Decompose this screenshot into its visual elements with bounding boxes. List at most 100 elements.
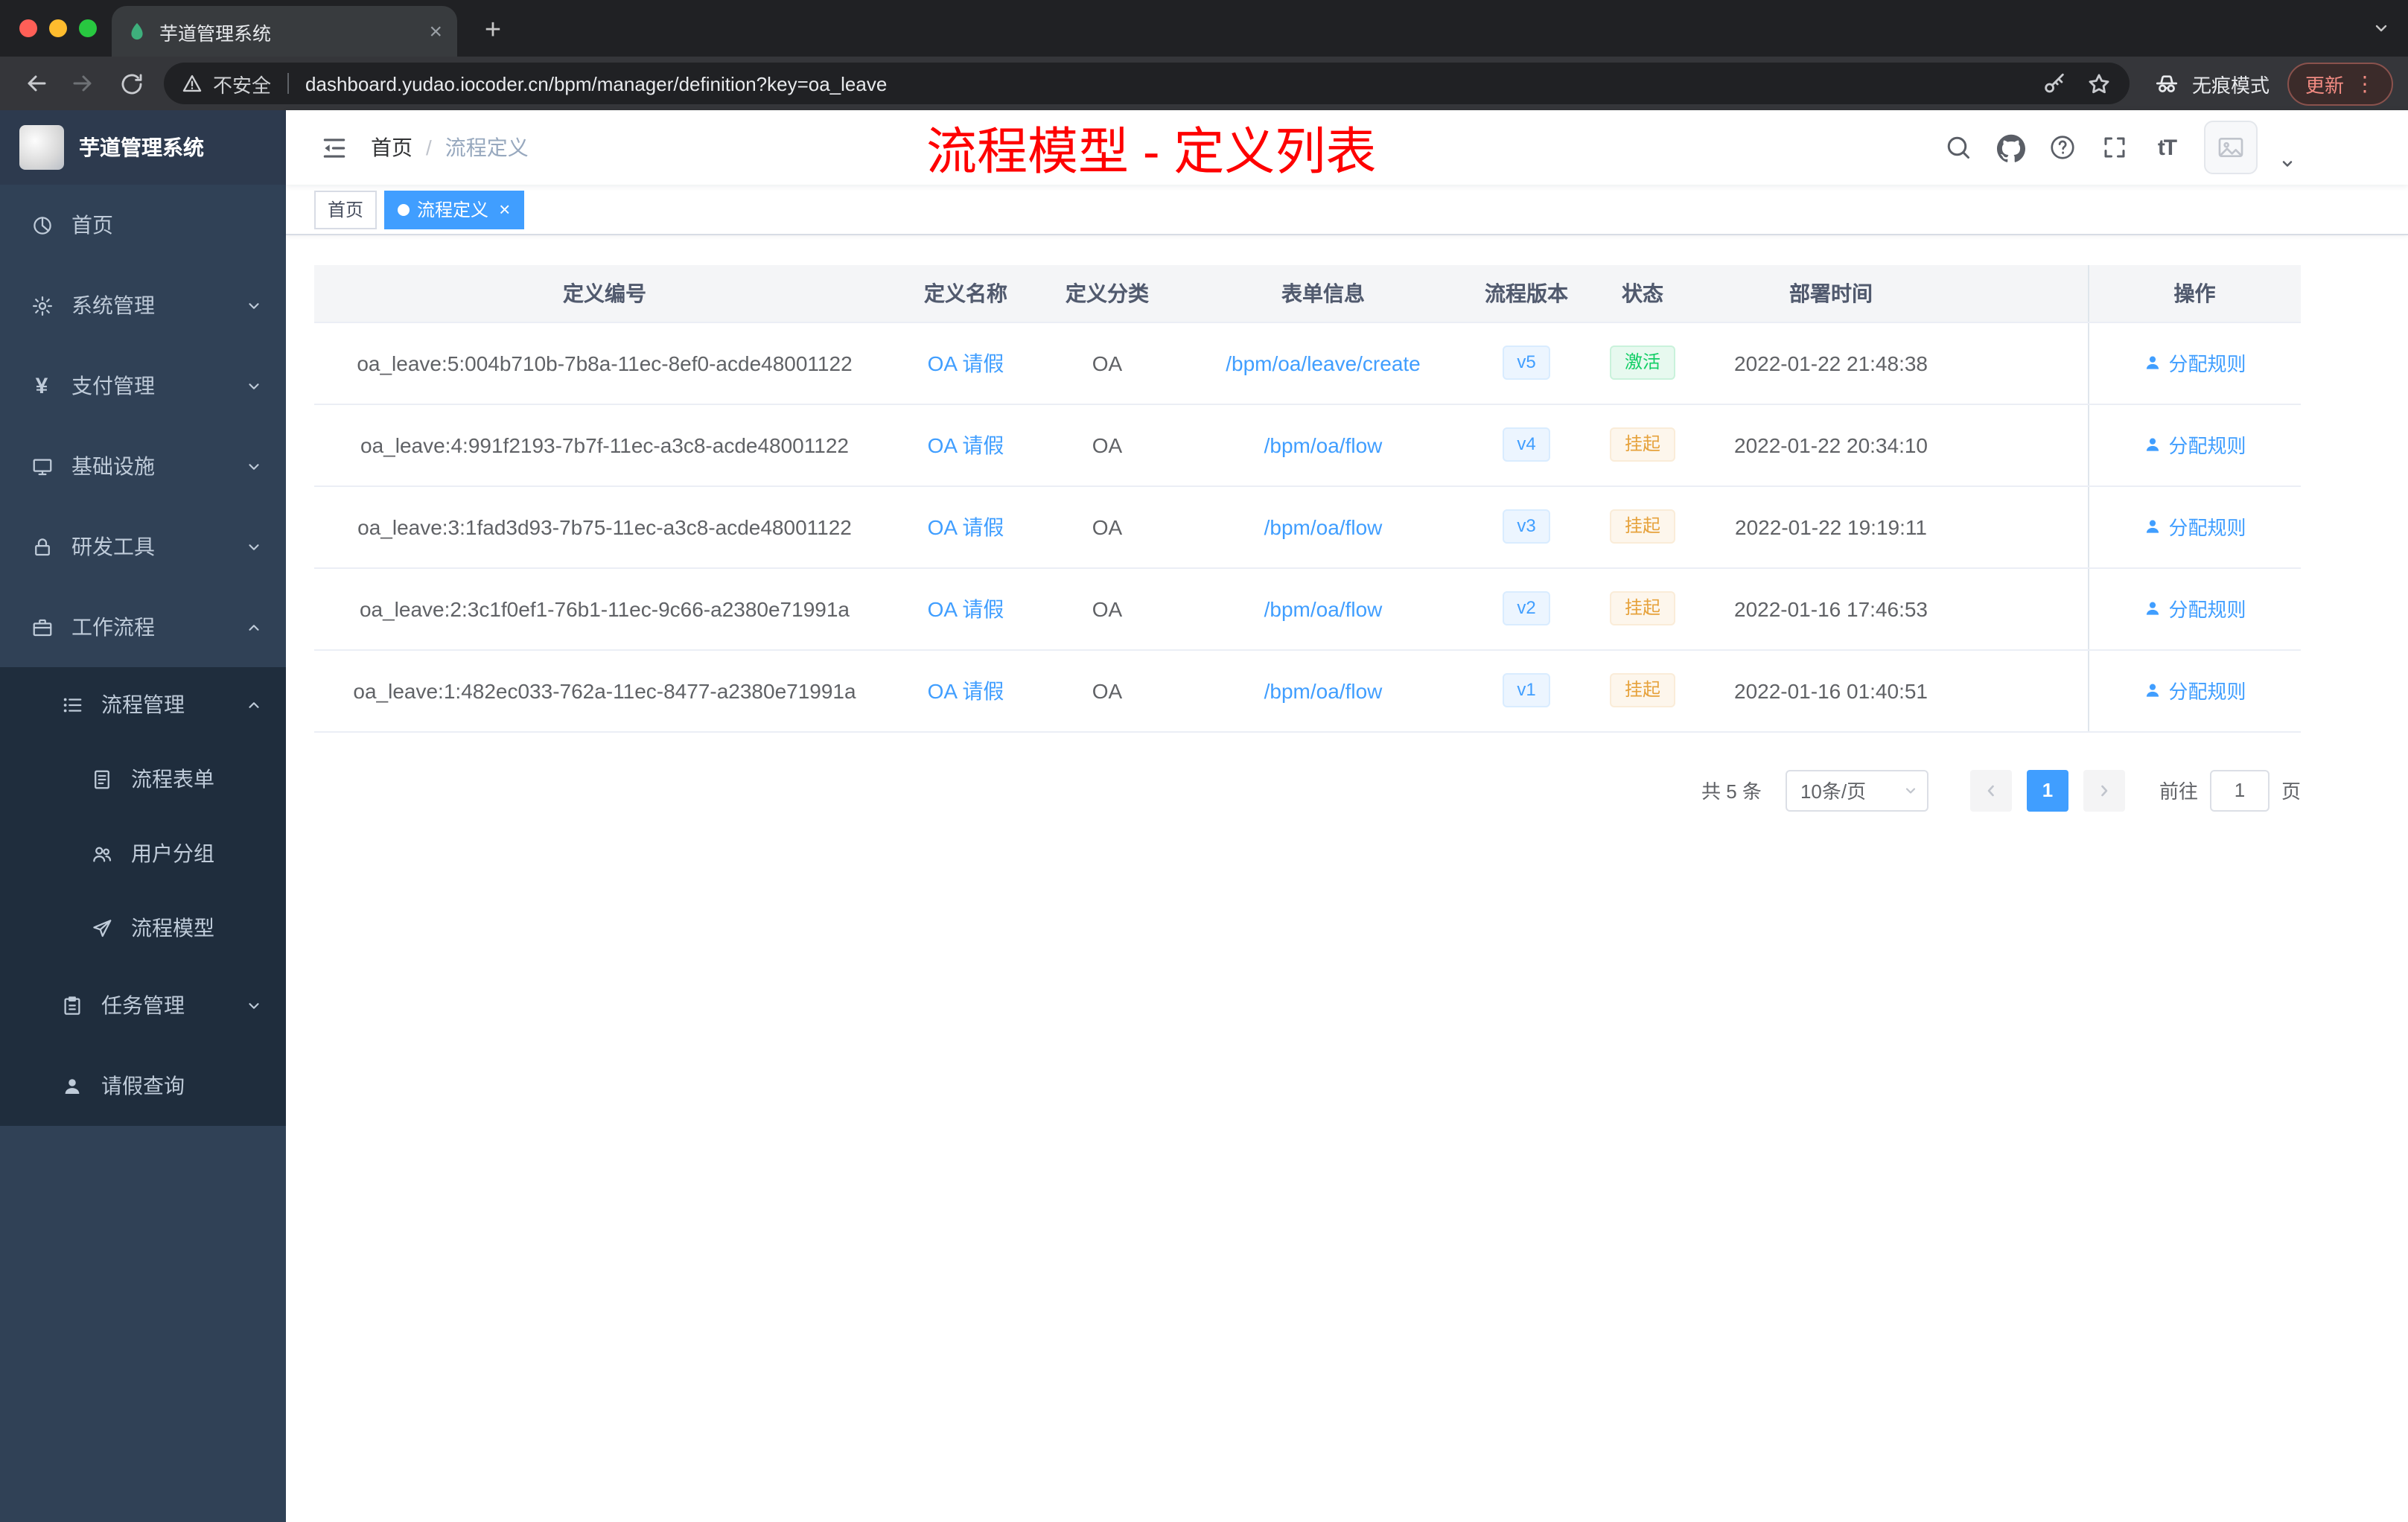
screen: 芋道管理系统 × + 不安全 dashboard.yudao.iocoder.c… <box>0 0 2408 1522</box>
gear-icon <box>30 293 54 317</box>
tag-close-icon[interactable]: × <box>499 200 510 219</box>
forward-icon[interactable] <box>63 63 104 104</box>
form-link[interactable]: /bpm/oa/flow <box>1264 596 1383 620</box>
caret-down-icon[interactable] <box>2280 121 2295 174</box>
sidebar-item-leave-query[interactable]: 请假查询 <box>0 1045 286 1126</box>
version-badge: v1 <box>1502 673 1551 707</box>
sidebar: 芋道管理系统 首页 系统管理 ¥ 支付管理 基础设施 研发工具 工作流程 流程管… <box>0 110 286 1522</box>
status-badge: 挂起 <box>1609 427 1675 462</box>
tag-home[interactable]: 首页 <box>314 190 378 229</box>
assign-rule-link[interactable]: 分配规则 <box>2143 512 2246 541</box>
status-badge: 挂起 <box>1609 673 1675 707</box>
cell-definition-id: oa_leave:3:1fad3d93-7b75-11ec-a3c8-acde4… <box>314 485 895 568</box>
assign-rule-link[interactable]: 分配规则 <box>2143 676 2246 704</box>
assign-rule-link[interactable]: 分配规则 <box>2143 348 2246 377</box>
cell-spacer <box>1961 485 2088 568</box>
app-title: 芋道管理系统 <box>79 136 204 159</box>
briefcase-icon <box>30 615 54 639</box>
form-link[interactable]: /bpm/oa/flow <box>1264 433 1383 456</box>
definition-name-link[interactable]: OA 请假 <box>928 351 1004 375</box>
search-icon[interactable] <box>1943 133 1973 162</box>
column-process-version: 流程版本 <box>1468 265 1584 322</box>
url-bar[interactable]: 不安全 dashboard.yudao.iocoder.cn/bpm/manag… <box>164 63 2130 104</box>
breadcrumb: 首页 / 流程定义 <box>371 133 529 162</box>
chevron-up-icon <box>246 696 262 713</box>
next-page-button[interactable] <box>2083 769 2125 811</box>
column-definition-name: 定义名称 <box>895 265 1036 322</box>
column-form-info: 表单信息 <box>1178 265 1468 322</box>
sidebar-item-user-group[interactable]: 用户分组 <box>0 816 286 891</box>
page-size-select[interactable]: 10条/页 <box>1785 769 1928 811</box>
incognito-label: 无痕模式 <box>2191 74 2270 96</box>
new-tab-button[interactable]: + <box>474 12 512 51</box>
question-icon[interactable] <box>2048 133 2077 162</box>
sidebar-item-label: 系统管理 <box>71 293 155 317</box>
password-key-icon[interactable] <box>2042 71 2067 96</box>
window-controls <box>0 19 121 37</box>
close-window-button[interactable] <box>19 19 37 37</box>
definition-name-link[interactable]: OA 请假 <box>928 678 1004 702</box>
avatar[interactable] <box>2204 121 2258 174</box>
page-unit-label: 页 <box>2281 780 2301 803</box>
chevron-down-icon <box>246 378 262 394</box>
sidebar-item-system[interactable]: 系统管理 <box>0 265 286 346</box>
cell-definition-id: oa_leave:2:3c1f0ef1-76b1-11ec-9c66-a2380… <box>314 567 895 650</box>
sidebar-item-infra[interactable]: 基础设施 <box>0 426 286 506</box>
breadcrumb-home[interactable]: 首页 <box>371 133 413 162</box>
cell-spacer <box>1961 322 2088 404</box>
sidebar-item-devtools[interactable]: 研发工具 <box>0 506 286 587</box>
tab-search-icon[interactable] <box>2372 19 2390 37</box>
definition-name-link[interactable]: OA 请假 <box>928 596 1004 620</box>
sidebar-item-task-mgmt[interactable]: 任务管理 <box>0 965 286 1045</box>
column-operation: 操作 <box>2087 265 2301 322</box>
assign-rule-link[interactable]: 分配规则 <box>2143 430 2246 459</box>
sidebar-item-workflow[interactable]: 工作流程 <box>0 587 286 667</box>
definition-name-link[interactable]: OA 请假 <box>928 433 1004 456</box>
browser-tab-strip: 芋道管理系统 × + <box>0 0 2408 57</box>
sidebar-item-process-form[interactable]: 流程表单 <box>0 742 286 816</box>
sidebar-item-label: 任务管理 <box>101 993 185 1017</box>
send-icon <box>89 916 113 940</box>
tag-process-definition[interactable]: 流程定义 × <box>384 190 524 229</box>
assign-rule-link[interactable]: 分配规则 <box>2143 594 2246 623</box>
goto-page-input[interactable] <box>2209 769 2270 811</box>
reload-icon[interactable] <box>110 63 152 104</box>
form-link[interactable]: /bpm/oa/leave/create <box>1226 351 1421 375</box>
cell-spacer <box>1961 567 2088 650</box>
form-link[interactable]: /bpm/oa/flow <box>1264 515 1383 538</box>
definition-name-link[interactable]: OA 请假 <box>928 515 1004 538</box>
chevron-down-icon <box>246 538 262 555</box>
page-size-value: 10条/页 <box>1800 780 1867 803</box>
sidebar-item-process-model[interactable]: 流程模型 <box>0 891 286 965</box>
hamburger-icon[interactable] <box>286 133 371 162</box>
font-size-icon[interactable]: tT <box>2152 133 2182 162</box>
minimize-window-button[interactable] <box>49 19 67 37</box>
table-row: oa_leave:5:004b710b-7b8a-11ec-8ef0-acde4… <box>314 322 2301 404</box>
browser-tab[interactable]: 芋道管理系统 × <box>112 6 457 57</box>
prev-page-button[interactable] <box>1969 769 2012 811</box>
user-icon <box>2147 438 2159 451</box>
back-icon[interactable] <box>15 63 57 104</box>
table-row: oa_leave:2:3c1f0ef1-76b1-11ec-9c66-a2380… <box>314 567 2301 650</box>
fullscreen-icon[interactable] <box>2100 133 2130 162</box>
github-icon[interactable] <box>1995 133 2025 162</box>
form-link[interactable]: /bpm/oa/flow <box>1264 678 1383 702</box>
cell-deploy-time: 2022-01-22 21:48:38 <box>1701 322 1961 404</box>
bookmark-star-icon[interactable] <box>2086 71 2112 96</box>
browser-update-button[interactable]: 更新 ⋮ <box>2287 62 2393 105</box>
zoom-window-button[interactable] <box>79 19 97 37</box>
logo-avatar <box>19 125 64 170</box>
tab-close-icon[interactable]: × <box>429 20 442 42</box>
table-body: oa_leave:5:004b710b-7b8a-11ec-8ef0-acde4… <box>314 322 2301 732</box>
sidebar-item-payment[interactable]: ¥ 支付管理 <box>0 346 286 426</box>
sidebar-item-process-mgmt[interactable]: 流程管理 <box>0 667 286 742</box>
browser-menu-icon[interactable]: ⋮ <box>2354 73 2375 94</box>
sidebar-item-label: 流程表单 <box>131 767 214 791</box>
page-number-1[interactable]: 1 <box>2026 769 2068 811</box>
app-logo: 芋道管理系统 <box>0 110 286 185</box>
tab-title: 芋道管理系统 <box>159 23 272 44</box>
workflow-submenu: 流程管理 流程表单 用户分组 流程模型 任务管理 请假查询 <box>0 667 286 1126</box>
sidebar-item-home[interactable]: 首页 <box>0 185 286 265</box>
yen-icon: ¥ <box>35 373 48 398</box>
security-label: 不安全 <box>213 74 272 96</box>
